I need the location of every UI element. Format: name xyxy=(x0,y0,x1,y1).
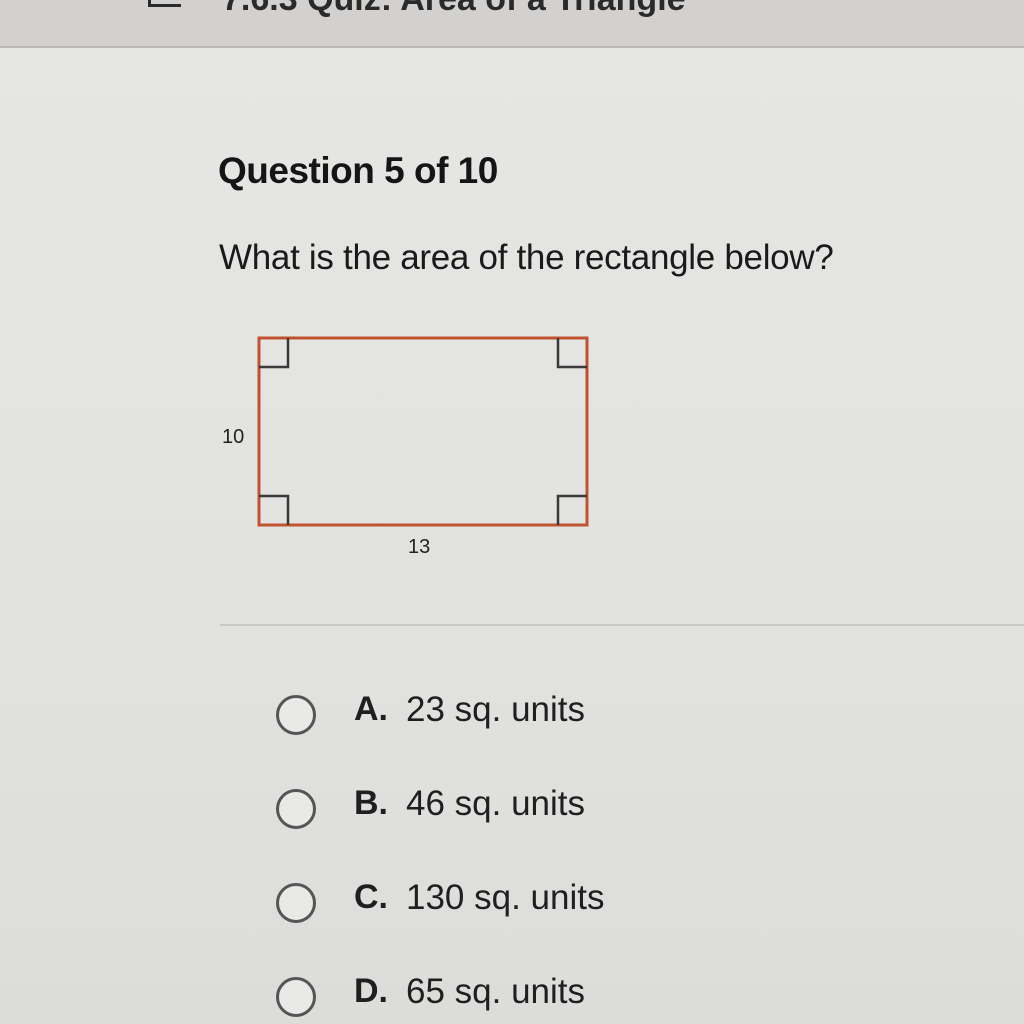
answer-text: 65 sq. units xyxy=(406,972,585,1011)
radio-button-icon[interactable] xyxy=(276,789,316,829)
answer-letter: D. xyxy=(354,972,388,1010)
answer-letter: B. xyxy=(354,784,388,822)
question-prompt: What is the area of the rectangle below? xyxy=(219,238,834,277)
answer-text: 46 sq. units xyxy=(406,784,585,823)
radio-button-icon[interactable] xyxy=(276,695,316,735)
rectangle-shape xyxy=(257,336,589,527)
divider xyxy=(220,624,1024,626)
answer-letter: A. xyxy=(354,690,388,728)
answer-text: 23 sq. units xyxy=(406,690,585,729)
answer-option-d[interactable]: D. 65 sq. units xyxy=(276,968,976,1024)
right-angle-marker-bottom-right xyxy=(556,494,587,525)
quiz-title: 7.6.3 Quiz: Area of a Triangle xyxy=(222,0,686,19)
right-angle-marker-bottom-left xyxy=(259,494,290,525)
side-length-label-left: 10 xyxy=(222,426,245,448)
right-angle-marker-top-left xyxy=(259,338,290,369)
quiz-page: 7.6.3 Quiz: Area of a Triangle Question … xyxy=(0,0,1024,1024)
question-counter: Question 5 of 10 xyxy=(218,150,498,191)
answer-list: A. 23 sq. units B. 46 sq. units C. 130 s… xyxy=(276,686,976,1024)
radio-button-icon[interactable] xyxy=(276,977,316,1017)
radio-button-icon[interactable] xyxy=(276,883,316,923)
rectangle-figure: 10 13 xyxy=(210,320,610,580)
answer-option-b[interactable]: B. 46 sq. units xyxy=(276,780,976,874)
answer-option-a[interactable]: A. 23 sq. units xyxy=(276,686,976,780)
top-bar: 7.6.3 Quiz: Area of a Triangle xyxy=(0,0,1024,48)
answer-text: 130 sq. units xyxy=(406,878,605,917)
side-length-label-bottom: 13 xyxy=(408,536,431,558)
menu-icon[interactable] xyxy=(148,0,181,7)
right-angle-marker-top-right xyxy=(556,338,587,369)
answer-letter: C. xyxy=(354,878,388,916)
answer-option-c[interactable]: C. 130 sq. units xyxy=(276,874,976,968)
